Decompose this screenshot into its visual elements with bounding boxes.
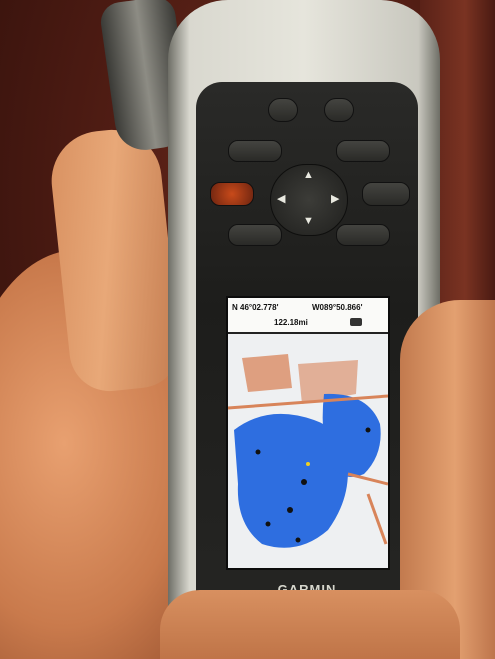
hand-finger-bottom [160, 590, 460, 659]
up-arrow-icon[interactable]: ▲ [303, 169, 314, 181]
left-arrow-icon[interactable]: ◀ [277, 192, 285, 205]
power-key[interactable] [210, 182, 254, 206]
menu-key[interactable] [362, 182, 410, 206]
quit-key[interactable] [228, 224, 282, 246]
page-key[interactable] [336, 140, 390, 162]
map-graphic [228, 334, 388, 568]
right-arrow-icon[interactable]: ▶ [331, 192, 339, 205]
latitude-readout: N 46°02.778' [232, 303, 279, 312]
photo-scene: ▲ ▼ ◀ ▶ N 46°02.778' W089°50.866' 122.18… [0, 0, 495, 659]
distance-readout: 122.18mi [274, 318, 308, 327]
keypad: ▲ ▼ ◀ ▶ [196, 82, 418, 282]
zoom-out-key[interactable] [324, 98, 354, 122]
enter-key[interactable] [336, 224, 390, 246]
heading-icon [350, 318, 362, 326]
down-arrow-icon[interactable]: ▼ [303, 215, 314, 227]
find-key[interactable] [228, 140, 282, 162]
device-screen: N 46°02.778' W089°50.866' 122.18mi [226, 296, 390, 570]
device-face: ▲ ▼ ◀ ▶ N 46°02.778' W089°50.866' 122.18… [196, 82, 418, 647]
longitude-readout: W089°50.866' [312, 303, 363, 312]
zoom-in-key[interactable] [268, 98, 298, 122]
rocker-pad[interactable]: ▲ ▼ ◀ ▶ [270, 164, 348, 236]
map-view[interactable] [228, 334, 388, 568]
coordinate-bar: N 46°02.778' W089°50.866' 122.18mi [228, 298, 388, 334]
